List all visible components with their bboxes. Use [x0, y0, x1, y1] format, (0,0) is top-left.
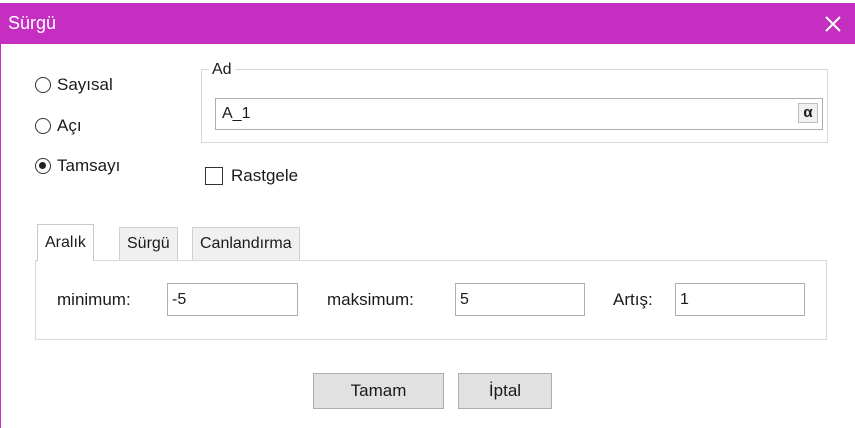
symbol-button[interactable]: α [798, 103, 818, 123]
radio-sayisal[interactable]: Sayısal [35, 73, 113, 97]
radio-tamsayi[interactable]: Tamsayı [35, 154, 120, 178]
radio-circle [35, 77, 51, 93]
cancel-button[interactable]: İptal [458, 373, 552, 409]
title-bar: Sürgü [0, 3, 855, 44]
random-checkbox-label: Rastgele [231, 166, 299, 185]
radio-tamsayi-label: Tamsayı [57, 156, 121, 175]
slider-dialog: Sürgü Sayısal Açı Tamsayı Ad A_1 α Rastg… [0, 0, 855, 428]
radio-aci-label: Açı [57, 116, 82, 135]
minimum-label: minimum: [57, 290, 131, 309]
window-title: Sürgü [8, 13, 57, 33]
random-checkbox[interactable]: Rastgele [205, 165, 298, 187]
name-input[interactable]: A_1 [215, 98, 823, 130]
maximum-input[interactable]: 5 [455, 283, 585, 316]
minimum-input[interactable]: -5 [167, 283, 298, 316]
radio-circle [35, 118, 51, 134]
tab-aralik[interactable]: Aralık [37, 224, 94, 261]
radio-sayisal-label: Sayısal [57, 75, 113, 94]
name-legend: Ad [209, 62, 235, 78]
step-input[interactable]: 1 [675, 283, 805, 316]
step-label: Artış: [613, 290, 653, 309]
radio-circle-checked [35, 158, 51, 174]
close-icon[interactable] [821, 12, 845, 36]
radio-aci[interactable]: Açı [35, 114, 82, 138]
maximum-label: maksimum: [327, 290, 414, 309]
ok-button[interactable]: Tamam [313, 373, 444, 409]
checkbox-box [205, 167, 223, 185]
tab-canlandirma[interactable]: Canlandırma [192, 227, 300, 260]
tab-surgu[interactable]: Sürgü [119, 227, 178, 260]
